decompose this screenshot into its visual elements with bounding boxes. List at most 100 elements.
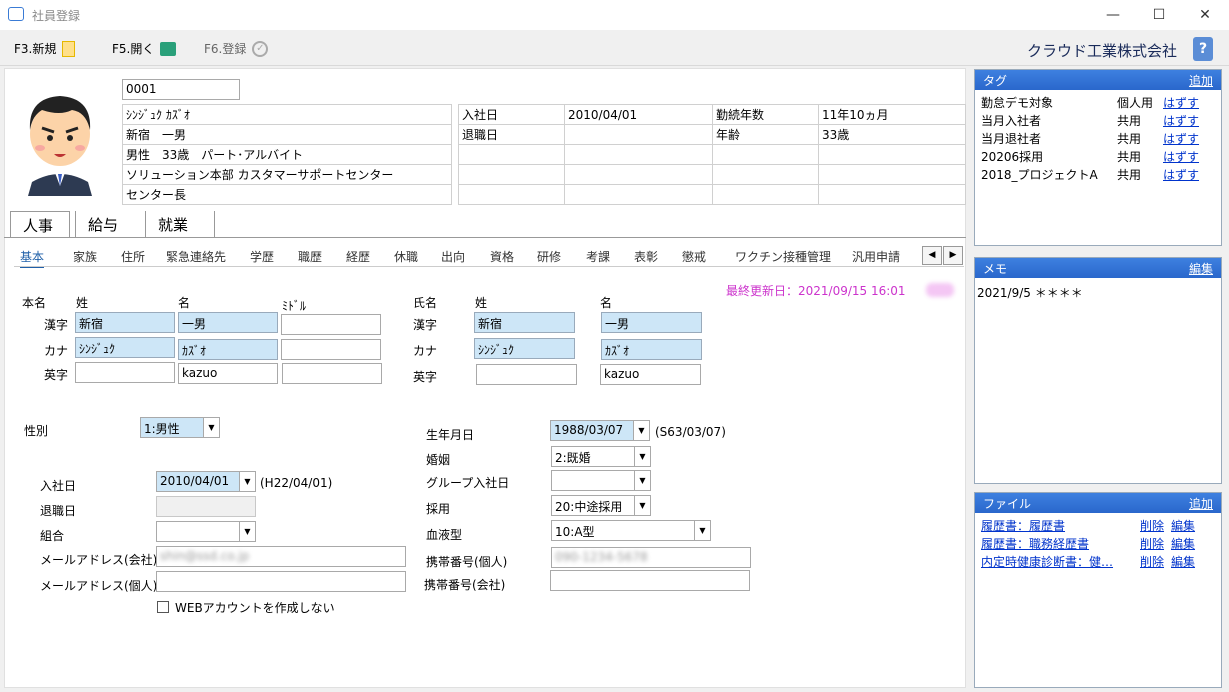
subtab-evaluation[interactable]: 考課 (586, 248, 610, 265)
file-link[interactable]: 履歴書：履歴書 (981, 517, 1065, 534)
mail-personal-input[interactable] (156, 571, 406, 592)
file-edit-link[interactable]: 編集 (1171, 553, 1195, 570)
tag-remove-link[interactable]: はずす (1163, 130, 1199, 147)
tags-list: 勤怠デモ対象 個人用 はずす 当月入社者 共用 はずす 当月退社者 共用 はずす… (975, 90, 1221, 240)
subtab-award[interactable]: 表彰 (634, 248, 658, 265)
mei-eiji-input[interactable]: kazuo (178, 363, 278, 384)
tags-panel: タグ 追加 勤怠デモ対象 個人用 はずす 当月入社者 共用 はずす 当月退社者 … (974, 69, 1222, 246)
subtab-basic[interactable]: 基本 (20, 248, 45, 268)
file-delete-link[interactable]: 削除 (1140, 553, 1164, 570)
subtab-secondment[interactable]: 出向 (441, 248, 465, 265)
blood-select[interactable]: 10:A型 ▼ (551, 520, 711, 541)
subtab-divider (14, 266, 964, 267)
tag-remove-link[interactable]: はずす (1163, 94, 1199, 111)
tag-remove-link[interactable]: はずす (1163, 112, 1199, 129)
shimei-mei-eiji-input[interactable]: kazuo (600, 364, 701, 385)
marriage-select[interactable]: 2:既婚 ▼ (551, 446, 651, 467)
mobile-company-input[interactable] (550, 570, 750, 591)
new-button[interactable]: F3.新規 (14, 40, 76, 57)
tab-shugyo[interactable]: 就業 (145, 211, 215, 237)
hire-date-picker[interactable]: 2010/04/01 ▼ (156, 471, 256, 492)
file-delete-link[interactable]: 削除 (1140, 535, 1164, 552)
birth-label: 生年月日 (426, 428, 475, 442)
subtab-emergency[interactable]: 緊急連絡先 (166, 248, 226, 265)
group-hire-date-picker[interactable]: ▼ (551, 470, 651, 491)
minimize-button[interactable]: — (1090, 2, 1136, 28)
file-delete-link[interactable]: 削除 (1140, 517, 1164, 534)
tag-remove-link[interactable]: はずす (1163, 166, 1199, 183)
shimei-sei-kana-input[interactable]: ｼﾝｼﾞｭｸ (474, 338, 575, 359)
mobile-personal-input[interactable]: 090-1234-5678 (551, 547, 751, 568)
tag-remove-link[interactable]: はずす (1163, 148, 1199, 165)
shimei-mei-kana-input[interactable]: ｶｽﾞｵ (601, 339, 702, 360)
summary-retire-value (564, 124, 713, 145)
company-name: クラウド工業株式会社 (1026, 42, 1177, 60)
folder-icon (160, 41, 177, 56)
subtab-leave[interactable]: 休職 (394, 248, 418, 265)
memo-panel: メモ 編集 2021/9/5 ＊＊＊＊ (974, 257, 1222, 484)
web-account-checkbox[interactable] (157, 601, 169, 613)
hire-wareki: (H22/04/01) (260, 476, 333, 490)
gender-select[interactable]: 1:男性 ▼ (140, 417, 220, 438)
register-label: F6.登録 (204, 42, 247, 56)
maximize-button[interactable]: ☐ (1136, 2, 1182, 28)
middle-kana-input[interactable] (281, 339, 381, 360)
sei-eiji-input[interactable] (75, 362, 175, 383)
tag-name: 当月退社者 (981, 132, 1042, 146)
tags-add-link[interactable]: 追加 (1189, 72, 1213, 89)
middle-kanji-input[interactable] (281, 314, 381, 335)
sei-kanji-input[interactable]: 新宿 (75, 312, 175, 333)
new-label: F3.新規 (14, 42, 57, 56)
shimei-mei-kanji-input[interactable]: 一男 (601, 312, 702, 333)
subtab-training[interactable]: 研修 (537, 248, 561, 265)
mail-personal-label: メールアドレス(個人) (40, 579, 158, 593)
subtab-education[interactable]: 学歴 (250, 248, 274, 265)
subtab-career[interactable]: 経歴 (346, 248, 370, 265)
register-button[interactable]: F6.登録 ✓ (204, 40, 269, 57)
help-icon[interactable]: ? (1193, 37, 1213, 61)
birth-date-picker[interactable]: 1988/03/07 ▼ (550, 420, 650, 441)
tab-kyuyo[interactable]: 給与 (75, 211, 135, 237)
shimei-eiji-label: 英字 (413, 370, 438, 384)
subtab-qualification[interactable]: 資格 (490, 248, 514, 265)
close-button[interactable]: ✕ (1182, 2, 1228, 28)
eiji-label: 英字 (44, 368, 69, 382)
subtab-work-history[interactable]: 職歴 (298, 248, 322, 265)
open-label: F5.開く (112, 42, 155, 56)
retire-date-input[interactable] (156, 496, 256, 517)
mei-kana-input[interactable]: ｶｽﾞｵ (178, 339, 278, 360)
file-link[interactable]: 内定時健康診断書：健… (981, 553, 1113, 570)
subtab-vaccine[interactable]: ワクチン接種管理 (735, 248, 831, 265)
recruit-select[interactable]: 20:中途採用 ▼ (551, 495, 651, 516)
shimei-label: 氏名 (413, 296, 438, 310)
shimei-mei-label: 名 (600, 296, 613, 310)
mei-kanji-input[interactable]: 一男 (178, 312, 278, 333)
employee-code: 0001 (122, 79, 240, 100)
subtab-discipline[interactable]: 懲戒 (682, 248, 706, 265)
subtab-family[interactable]: 家族 (73, 248, 97, 265)
shimei-sei-eiji-input[interactable] (476, 364, 577, 385)
subtab-address[interactable]: 住所 (121, 248, 145, 265)
subtab-general-request[interactable]: 汎用申請 (852, 248, 900, 265)
file-link[interactable]: 履歴書：職務経歴書 (981, 535, 1089, 552)
tab-divider (4, 237, 966, 238)
file-edit-link[interactable]: 編集 (1171, 535, 1195, 552)
sei-kana-input[interactable]: ｼﾝｼﾞｭｸ (75, 337, 175, 358)
middle-eiji-input[interactable] (282, 363, 382, 384)
file-edit-link[interactable]: 編集 (1171, 517, 1195, 534)
memo-edit-link[interactable]: 編集 (1189, 260, 1213, 277)
files-add-link[interactable]: 追加 (1189, 495, 1213, 512)
shimei-sei-kanji-input[interactable]: 新宿 (474, 312, 575, 333)
middle-label: ﾐﾄﾞﾙ (282, 299, 307, 313)
tag-scope: 共用 (1117, 132, 1142, 146)
tag-name: 勤怠デモ対象 (981, 96, 1054, 110)
tag-name: 20206採用 (981, 150, 1044, 164)
mail-company-input[interactable]: shin@ssd.co.jp (156, 546, 406, 567)
tab-jinji[interactable]: 人事 (10, 211, 70, 237)
mei-label: 名 (178, 296, 191, 310)
tab-scroll-right-button[interactable]: ▶ (943, 246, 963, 265)
open-button[interactable]: F5.開く (112, 40, 177, 57)
tab-scroll-left-button[interactable]: ◀ (922, 246, 942, 265)
union-select[interactable]: ▼ (156, 521, 256, 542)
chevron-down-icon: ▼ (694, 521, 710, 540)
